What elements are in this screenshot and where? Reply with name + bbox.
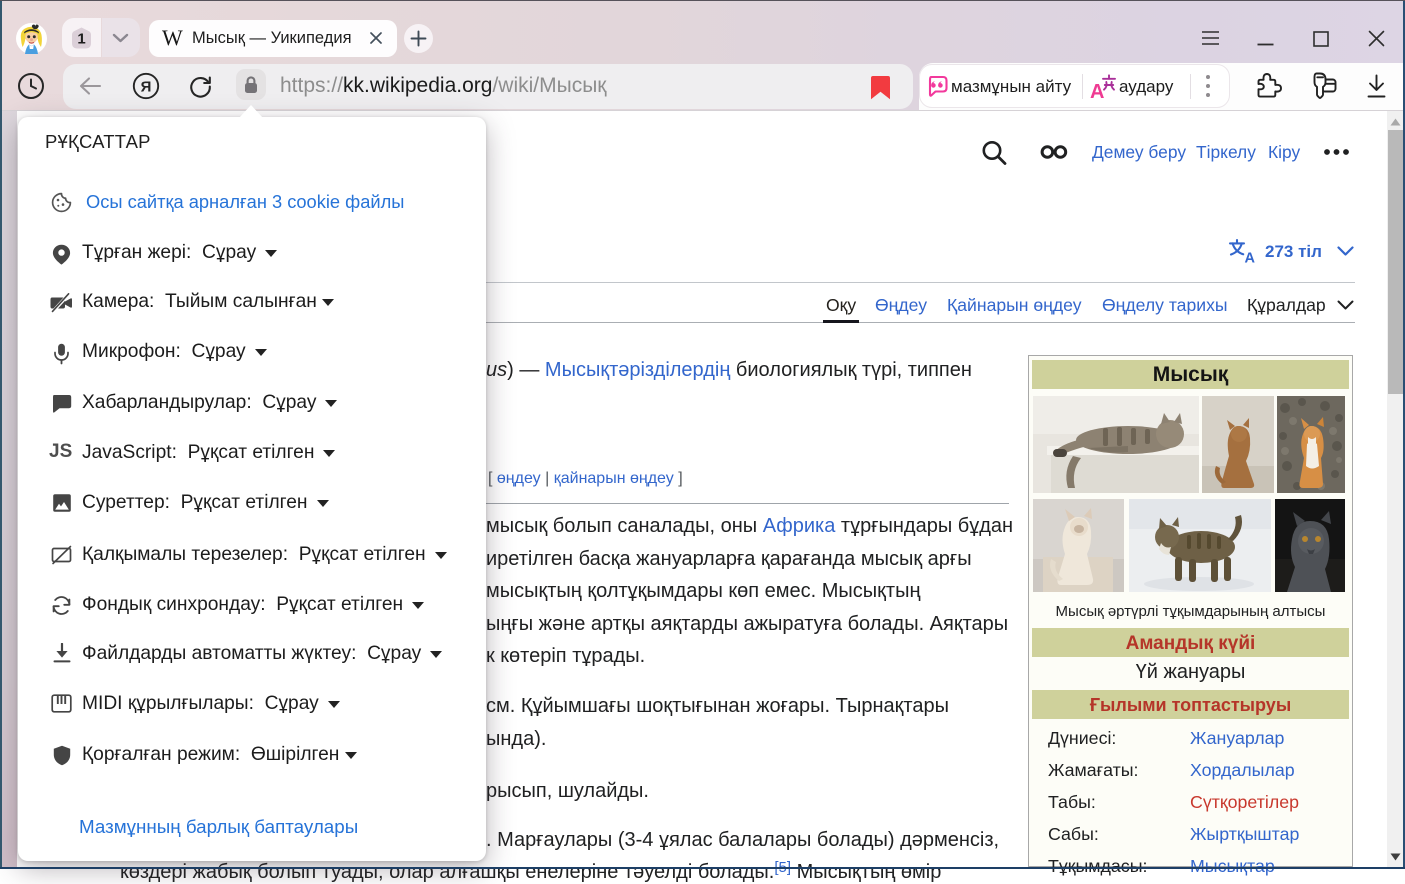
svg-text:Я: Я <box>141 79 152 96</box>
svg-text:A: A <box>1090 81 1104 100</box>
svg-text:A: A <box>1245 251 1256 265</box>
svg-text:1: 1 <box>77 31 85 48</box>
